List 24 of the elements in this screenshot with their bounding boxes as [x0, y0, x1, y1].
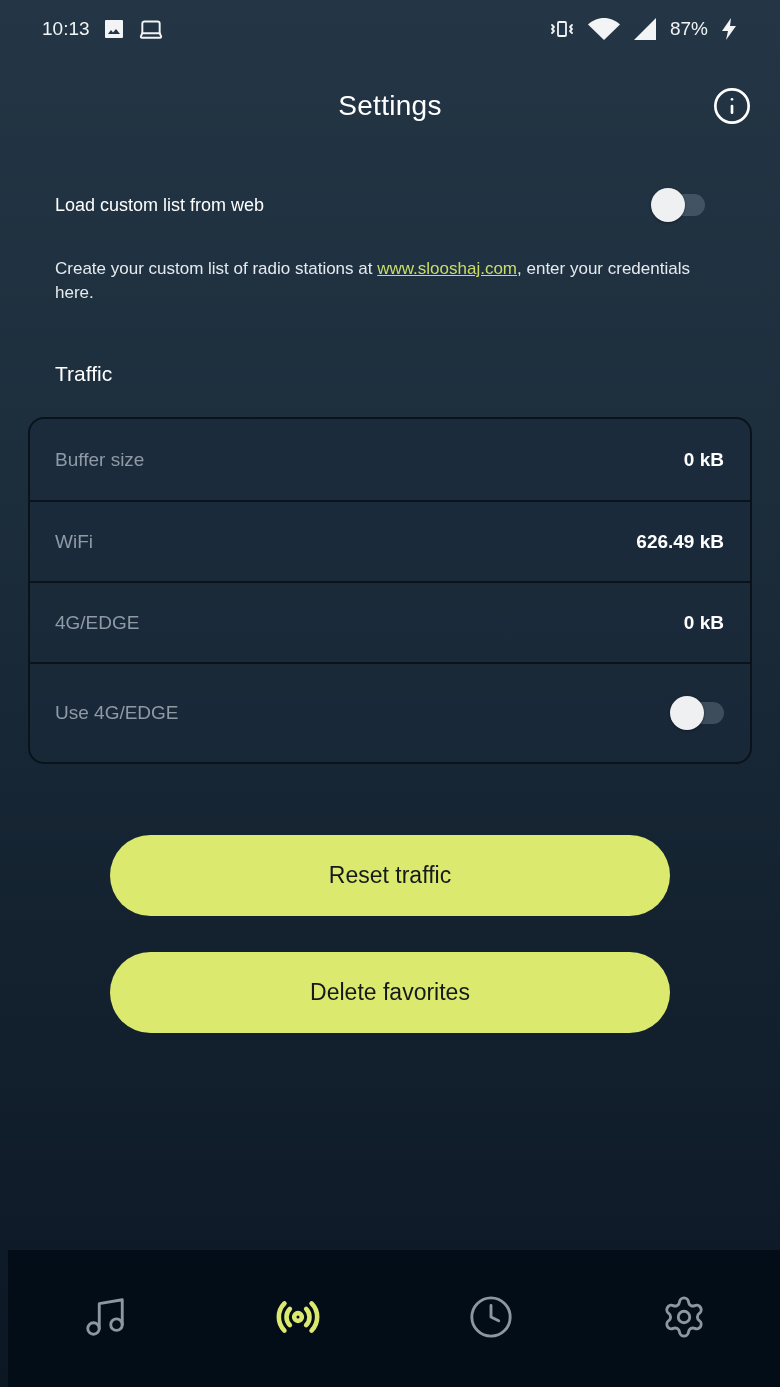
image-icon — [103, 19, 124, 39]
clock-icon — [467, 1293, 514, 1340]
traffic-label: 4G/EDGE — [55, 611, 140, 634]
page-title: Settings — [338, 90, 442, 122]
signal-icon — [633, 18, 656, 40]
info-icon — [712, 86, 752, 126]
wifi-icon — [587, 18, 620, 40]
charging-icon — [722, 18, 736, 40]
setting-label: Load custom list from web — [55, 194, 265, 216]
info-button[interactable] — [712, 86, 752, 126]
traffic-value: 0 kB — [683, 448, 724, 471]
traffic-label: WiFi — [55, 530, 93, 553]
description-text: Create your custom list of radio stations at www.slooshaj.com, enter your credentials here. — [55, 258, 691, 304]
website-link[interactable]: www.slooshaj.com — [377, 259, 518, 278]
traffic-value: 0 kB — [683, 611, 724, 634]
nav-tab[interactable] — [467, 1293, 514, 1340]
traffic-label: Buffer size — [55, 448, 145, 471]
traffic-label: Use 4G/EDGE — [55, 702, 179, 724]
section-heading: Traffic — [55, 361, 114, 387]
status-time: 10:13 — [42, 18, 90, 40]
action-button[interactable]: Delete favorites — [110, 952, 670, 1033]
traffic-value: 626.49 kB — [636, 530, 724, 553]
battery-percent: 87% — [669, 18, 708, 40]
action-button[interactable]: Reset traffic — [110, 835, 670, 916]
